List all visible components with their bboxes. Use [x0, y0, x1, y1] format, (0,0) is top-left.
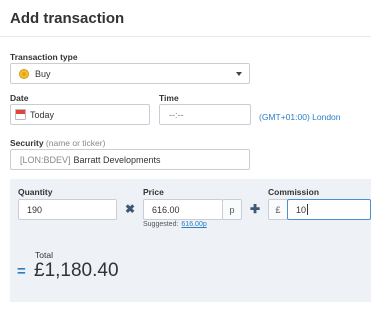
commission-value: 10	[296, 204, 307, 215]
security-label: Security (name or ticker)	[10, 138, 105, 148]
transaction-type-label: Transaction type	[10, 52, 78, 62]
dialog-header: Add transaction	[0, 0, 371, 37]
price-value: 616.00	[152, 204, 180, 215]
price-unit: p	[222, 199, 242, 220]
price-unit-text: p	[229, 204, 235, 215]
calculation-panel	[10, 179, 371, 302]
coin-icon	[19, 68, 29, 79]
equals-icon: =	[17, 263, 26, 280]
plus-icon: ✚	[250, 202, 261, 216]
date-value: Today	[30, 109, 55, 120]
suggested-label: Suggested:	[143, 221, 179, 228]
commission-currency: £	[268, 199, 288, 220]
time-label: Time	[159, 93, 179, 103]
price-label: Price	[143, 187, 164, 197]
time-placeholder: --:--	[169, 109, 184, 120]
quantity-label: Quantity	[18, 187, 53, 197]
security-name: Barratt Developments	[73, 154, 161, 165]
suggested-price-link[interactable]: 616.00p	[181, 221, 206, 228]
suggested-price: Suggested: 616.00p	[143, 221, 207, 228]
transaction-type-value: Buy	[35, 68, 51, 79]
total-label: Total	[35, 250, 53, 260]
multiply-icon: ✖	[125, 202, 136, 216]
quantity-value: 190	[27, 204, 43, 215]
date-field[interactable]: Today	[10, 104, 150, 125]
timezone-link[interactable]: (GMT+01:00) London	[259, 112, 341, 122]
date-label: Date	[10, 93, 29, 103]
security-label-text: Security	[10, 138, 44, 148]
dialog-title: Add transaction	[10, 10, 125, 27]
transaction-type-select[interactable]: Buy	[10, 63, 250, 84]
text-cursor	[307, 204, 309, 215]
security-input[interactable]: [LON:BDEV] Barratt Developments	[10, 149, 250, 170]
commission-label: Commission	[268, 187, 320, 197]
security-ticker: [LON:BDEV]	[20, 154, 71, 165]
calendar-icon	[15, 109, 26, 120]
time-field[interactable]: --:--	[159, 104, 251, 125]
quantity-input[interactable]: 190	[18, 199, 117, 220]
total-value: £1,180.40	[34, 260, 119, 281]
price-input[interactable]: 616.00	[143, 199, 223, 220]
commission-currency-text: £	[275, 204, 281, 215]
chevron-down-icon	[236, 72, 242, 76]
commission-input[interactable]: 10	[287, 199, 371, 220]
security-label-hint: (name or ticker)	[45, 138, 106, 148]
